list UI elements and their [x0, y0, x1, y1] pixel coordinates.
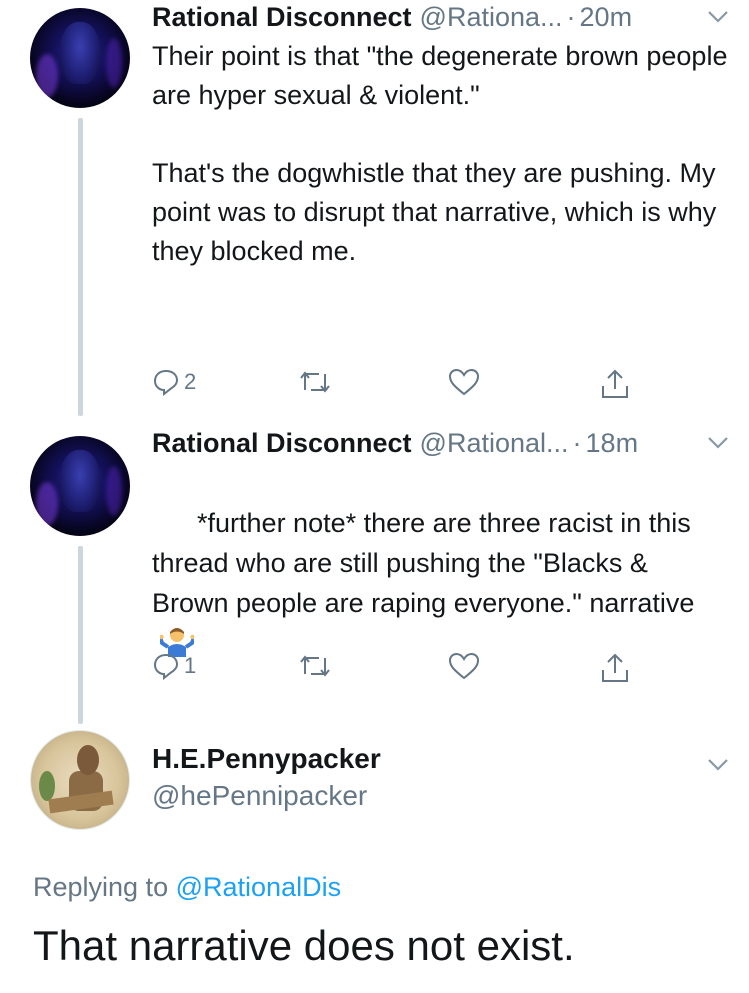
avatar[interactable]	[30, 8, 130, 108]
tweet-text-body: *further note* there are three racist in…	[152, 508, 699, 618]
author-handle[interactable]: @hePennipacker	[152, 780, 367, 812]
replying-to-link[interactable]: @RationalDis	[176, 872, 341, 902]
retweet-icon	[300, 371, 330, 393]
author-handle[interactable]: @Rationa...	[420, 2, 563, 33]
reply-icon	[153, 653, 179, 680]
reply-icon	[153, 369, 179, 396]
separator: ·	[566, 2, 576, 32]
replying-prefix: Replying to	[33, 872, 169, 902]
share-icon	[602, 653, 628, 682]
chevron-down-icon[interactable]	[707, 758, 729, 772]
author-name[interactable]: Rational Disconnect	[152, 428, 412, 459]
chevron-down-icon[interactable]	[707, 10, 729, 24]
replying-to: Replying to @RationalDis	[33, 872, 341, 903]
tweet-header: Rational Disconnect @Rational... · 18m	[152, 428, 729, 462]
chevron-down-icon[interactable]	[707, 436, 729, 450]
like-button[interactable]	[448, 368, 480, 396]
share-button[interactable]	[600, 368, 630, 400]
tweet[interactable]: Rational Disconnect @Rational... · 18m *…	[0, 426, 749, 726]
retweet-button[interactable]	[298, 368, 332, 396]
tweet-text: Their point is that "the degenerate brow…	[152, 41, 728, 266]
tweet-actions: 2	[152, 368, 652, 402]
separator: ·	[572, 428, 582, 458]
tweet-text: That narrative does not exist.	[33, 922, 575, 969]
timestamp[interactable]: 18m	[586, 428, 639, 459]
avatar[interactable]	[30, 436, 130, 536]
timestamp[interactable]: 20m	[580, 2, 633, 33]
author-handle[interactable]: @Rational...	[420, 428, 569, 459]
reply-count: 2	[184, 369, 197, 394]
tweet[interactable]: Rational Disconnect @Rationa... · 20m Th…	[0, 0, 749, 420]
main-tweet[interactable]: H.E.Pennypacker @hePennipacker Replying …	[0, 726, 749, 993]
tweet-header: Rational Disconnect @Rationa... · 20m	[152, 2, 729, 36]
heart-icon	[448, 652, 480, 680]
share-button[interactable]	[600, 652, 630, 684]
like-button[interactable]	[448, 652, 480, 680]
retweet-button[interactable]	[298, 652, 332, 680]
reply-count: 1	[184, 653, 197, 678]
retweet-icon	[300, 655, 330, 677]
tweet-actions: 1	[152, 652, 652, 686]
avatar[interactable]	[30, 730, 130, 830]
reply-button[interactable]: 1	[152, 652, 196, 680]
author-name[interactable]: H.E.Pennypacker	[152, 743, 381, 775]
reply-button[interactable]: 2	[152, 368, 196, 396]
heart-icon	[448, 368, 480, 396]
author-name[interactable]: Rational Disconnect	[152, 2, 412, 33]
share-icon	[602, 369, 628, 398]
